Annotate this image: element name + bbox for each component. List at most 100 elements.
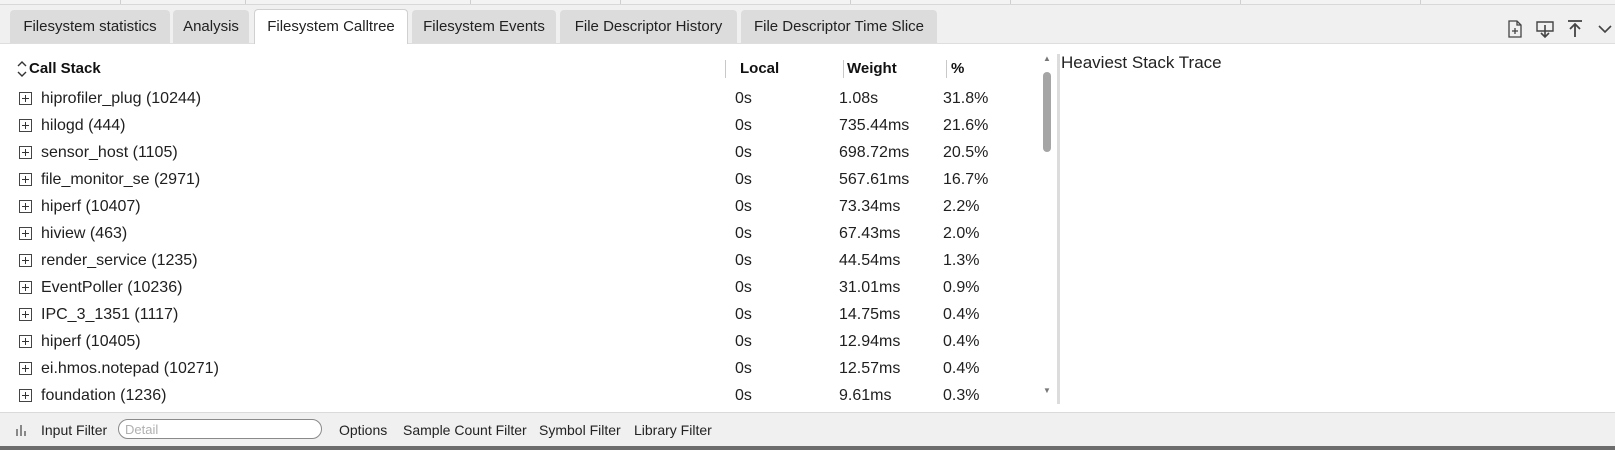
percent-cell: 1.3% <box>943 252 980 269</box>
bottom-border <box>0 446 1615 450</box>
local-cell: 0s <box>735 171 752 188</box>
vertical-scrollbar[interactable]: ▲ ▼ <box>1041 52 1053 400</box>
percent-cell: 2.2% <box>943 198 980 215</box>
table-row[interactable]: hiperf (10405) 0s 12.94ms 0.4% <box>0 331 1040 358</box>
table-row[interactable]: hiprofiler_plug (10244) 0s 1.08s 31.8% <box>0 88 1040 115</box>
percent-cell: 16.7% <box>943 171 989 188</box>
expand-icon[interactable] <box>19 92 32 105</box>
call-stack-cell: sensor_host (1105) <box>41 144 178 161</box>
table-row[interactable]: hiview (463) 0s 67.43ms 2.0% <box>0 223 1040 250</box>
percent-cell: 0.3% <box>943 387 980 404</box>
sample-count-filter-button[interactable]: Sample Count Filter <box>403 422 527 438</box>
local-cell: 0s <box>735 306 752 323</box>
call-stack-cell: hiperf (10407) <box>41 198 141 215</box>
call-stack-cell: IPC_3_1351 (1117) <box>41 306 179 323</box>
local-cell: 0s <box>735 279 752 296</box>
table-row[interactable]: hiperf (10407) 0s 73.34ms 2.2% <box>0 196 1040 223</box>
scrollbar-thumb[interactable] <box>1043 72 1051 152</box>
header-local[interactable]: Local <box>740 60 779 77</box>
weight-cell: 698.72ms <box>839 144 910 161</box>
column-separator <box>843 60 844 78</box>
sort-toggle-icon[interactable] <box>16 58 28 80</box>
options-button[interactable]: Options <box>339 422 387 438</box>
percent-cell: 31.8% <box>943 90 989 107</box>
tab-bar: Filesystem statistics Analysis Filesyste… <box>0 5 1615 45</box>
column-separator <box>725 60 726 78</box>
local-cell: 0s <box>735 90 752 107</box>
header-percent[interactable]: % <box>951 60 964 77</box>
table-row[interactable]: sensor_host (1105) 0s 698.72ms 20.5% <box>0 142 1040 169</box>
tab-filesystem-events[interactable]: Filesystem Events <box>412 10 556 43</box>
local-cell: 0s <box>735 360 752 377</box>
expand-icon[interactable] <box>19 227 32 240</box>
local-cell: 0s <box>735 198 752 215</box>
local-cell: 0s <box>735 333 752 350</box>
call-stack-cell: hilogd (444) <box>41 117 126 134</box>
detail-input[interactable] <box>118 419 322 439</box>
filter-bar: Input Filter Options Sample Count Filter… <box>0 412 1615 447</box>
call-stack-cell: file_monitor_se (2971) <box>41 171 201 188</box>
expand-icon[interactable] <box>19 173 32 186</box>
call-stack-cell: foundation (1236) <box>41 387 167 404</box>
call-stack-cell: hiprofiler_plug (10244) <box>41 90 202 107</box>
weight-cell: 73.34ms <box>839 198 901 215</box>
filter-icon[interactable] <box>16 423 28 439</box>
expand-icon[interactable] <box>19 308 32 321</box>
table-row[interactable]: EventPoller (10236) 0s 31.01ms 0.9% <box>0 277 1040 304</box>
input-filter-label: Input Filter <box>41 422 108 438</box>
table-row[interactable]: hilogd (444) 0s 735.44ms 21.6% <box>0 115 1040 142</box>
header-call-stack[interactable]: Call Stack <box>29 60 101 77</box>
expand-icon[interactable] <box>19 119 32 132</box>
scroll-up-icon[interactable]: ▲ <box>1041 54 1053 64</box>
weight-cell: 31.01ms <box>839 279 901 296</box>
local-cell: 0s <box>735 252 752 269</box>
percent-cell: 0.4% <box>943 360 980 377</box>
call-stack-cell: EventPoller (10236) <box>41 279 183 296</box>
expand-icon[interactable] <box>19 200 32 213</box>
weight-cell: 14.75ms <box>839 306 901 323</box>
percent-cell: 2.0% <box>943 225 980 242</box>
tab-filesystem-calltree[interactable]: Filesystem Calltree <box>254 9 408 45</box>
symbol-filter-button[interactable]: Symbol Filter <box>539 422 621 438</box>
table-row[interactable]: ei.hmos.notepad (10271) 0s 12.57ms 0.4% <box>0 358 1040 385</box>
export-file-icon[interactable] <box>1504 18 1526 40</box>
weight-cell: 67.43ms <box>839 225 901 242</box>
chevron-down-icon[interactable] <box>1594 18 1612 40</box>
percent-cell: 0.9% <box>943 279 980 296</box>
table-row[interactable]: foundation (1236) 0s 9.61ms 0.3% <box>0 385 1040 412</box>
table-row[interactable]: render_service (1235) 0s 44.54ms 1.3% <box>0 250 1040 277</box>
scroll-down-icon[interactable]: ▼ <box>1041 386 1053 396</box>
local-cell: 0s <box>735 144 752 161</box>
panel-splitter[interactable] <box>1057 54 1060 404</box>
header-weight[interactable]: Weight <box>847 60 897 77</box>
heaviest-stack-trace-title: Heaviest Stack Trace <box>1061 53 1222 72</box>
expand-icon[interactable] <box>19 281 32 294</box>
library-filter-button[interactable]: Library Filter <box>634 422 712 438</box>
table-row[interactable]: file_monitor_se (2971) 0s 567.61ms 16.7% <box>0 169 1040 196</box>
local-cell: 0s <box>735 387 752 404</box>
weight-cell: 9.61ms <box>839 387 892 404</box>
percent-cell: 21.6% <box>943 117 989 134</box>
expand-icon[interactable] <box>19 254 32 267</box>
table-row[interactable]: IPC_3_1351 (1117) 0s 14.75ms 0.4% <box>0 304 1040 331</box>
calltree-panel: Call Stack Local Weight % hiprofiler_plu… <box>0 44 1615 412</box>
tab-analysis[interactable]: Analysis <box>173 10 249 43</box>
expand-icon[interactable] <box>19 146 32 159</box>
weight-cell: 12.94ms <box>839 333 901 350</box>
call-stack-cell: hiperf (10405) <box>41 333 141 350</box>
column-separator <box>946 60 947 78</box>
expand-icon[interactable] <box>19 335 32 348</box>
weight-cell: 12.57ms <box>839 360 901 377</box>
tab-file-descriptor-history[interactable]: File Descriptor History <box>560 10 737 43</box>
call-stack-cell: ei.hmos.notepad (10271) <box>41 360 219 377</box>
expand-icon[interactable] <box>19 362 32 375</box>
download-icon[interactable] <box>1534 18 1556 40</box>
local-cell: 0s <box>735 117 752 134</box>
weight-cell: 44.54ms <box>839 252 901 269</box>
tab-filesystem-statistics[interactable]: Filesystem statistics <box>10 10 170 43</box>
tab-file-descriptor-time-slice[interactable]: File Descriptor Time Slice <box>741 10 937 43</box>
expand-icon[interactable] <box>19 389 32 402</box>
move-to-top-icon[interactable] <box>1564 18 1586 40</box>
percent-cell: 20.5% <box>943 144 989 161</box>
weight-cell: 567.61ms <box>839 171 910 188</box>
